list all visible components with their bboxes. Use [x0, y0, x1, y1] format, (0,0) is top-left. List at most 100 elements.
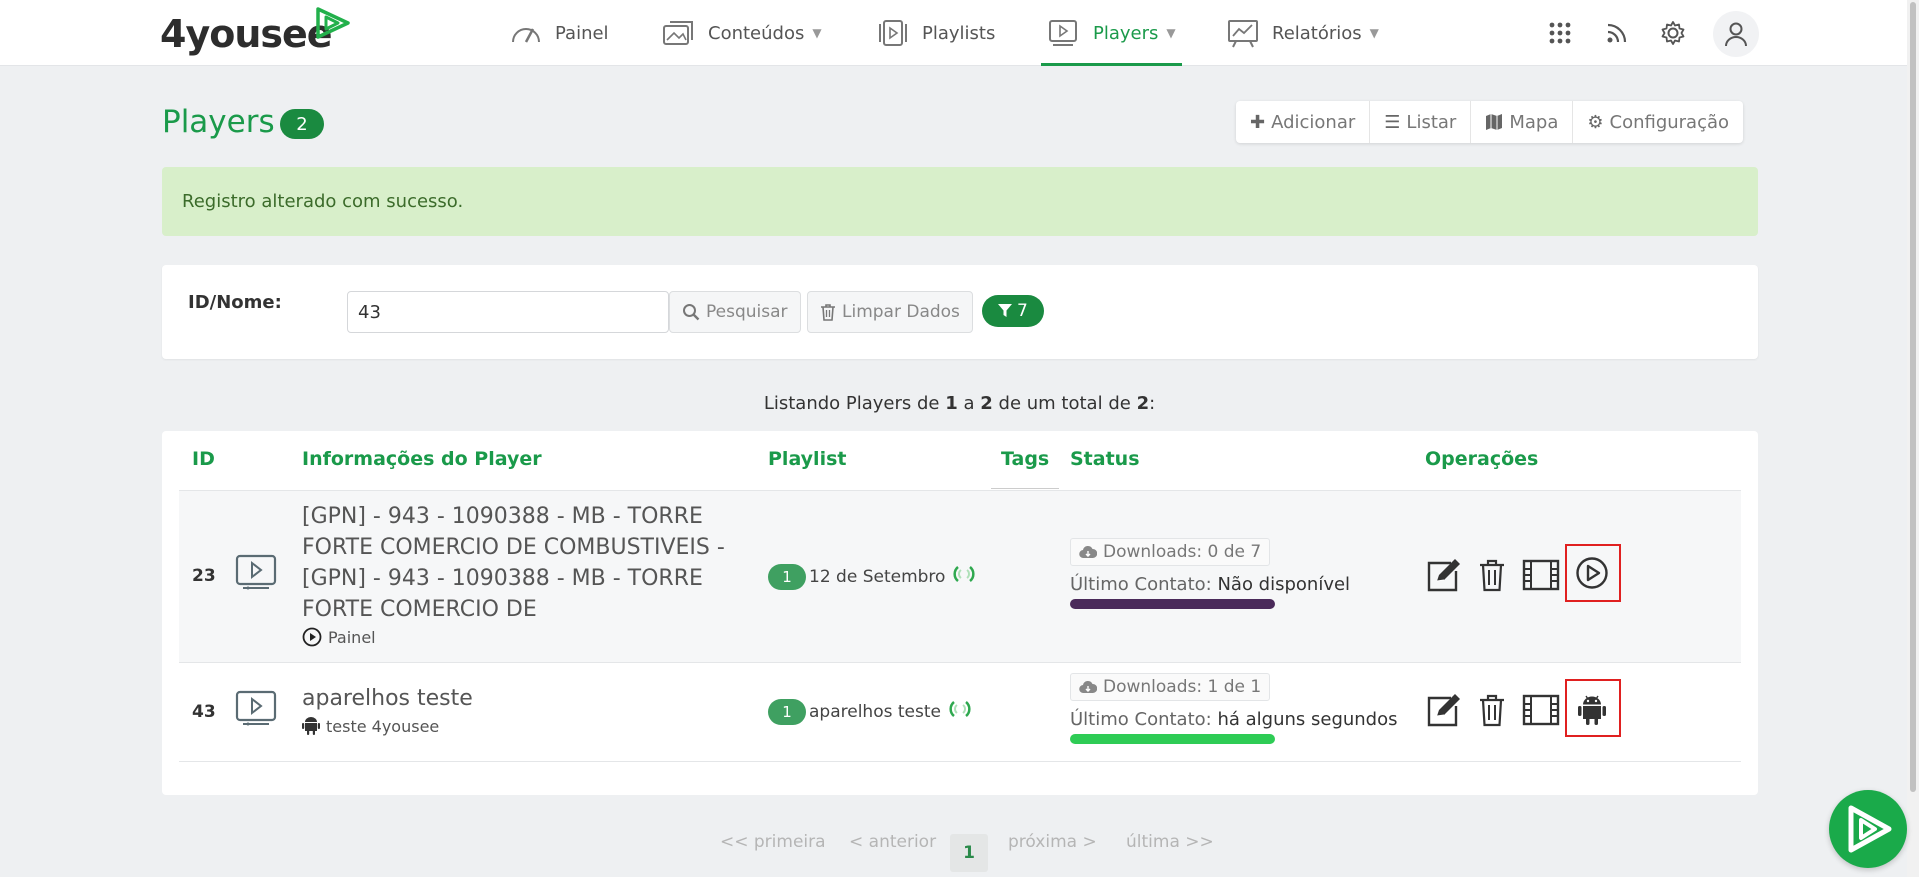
player-group-label: Painel: [328, 627, 376, 647]
nav-item-playlists[interactable]: Playlists: [876, 0, 995, 66]
config-button[interactable]: ⚙ Configuração: [1573, 101, 1743, 143]
edit-icon[interactable]: [1424, 690, 1464, 730]
chevron-down-icon: ▼: [812, 26, 822, 40]
status-cell: Downloads: 1 de 1 Último Contato: há alg…: [1070, 673, 1398, 744]
downloads-badge: Downloads: 0 de 7: [1070, 538, 1271, 566]
playlist-name[interactable]: aparelhos teste: [809, 702, 941, 722]
chevron-down-icon: ▼: [1369, 26, 1379, 40]
alert-message: Registro alterado com sucesso.: [182, 191, 464, 212]
gear-icon[interactable]: [1656, 16, 1690, 50]
player-name-line: [GPN] - 943 - 1090388 - MB - TORRE: [302, 566, 703, 591]
last-contact: Último Contato: Não disponível: [1070, 574, 1350, 595]
pager-last[interactable]: última >>: [1126, 832, 1214, 852]
search-button[interactable]: Pesquisar: [669, 291, 801, 333]
filter-panel: ID/Nome: Pesquisar Limpar Dados 7: [162, 265, 1758, 359]
id-name-input[interactable]: [347, 291, 669, 333]
player-name-line: FORTE COMERCIO DE COMBUSTIVEIS -: [302, 535, 725, 560]
playlists-icon: [879, 20, 907, 46]
column-header-operations: Operações: [1425, 448, 1539, 470]
page-actions: ✚ Adicionar ☰ Listar Mapa ⚙ Configuração: [1236, 101, 1744, 143]
gauge-icon: [512, 28, 540, 43]
film-icon[interactable]: [1521, 690, 1561, 730]
downloads-badge: Downloads: 1 de 1: [1070, 673, 1271, 701]
search-label: Pesquisar: [706, 302, 788, 322]
map-label: Mapa: [1509, 111, 1559, 133]
column-header-info[interactable]: Informações do Player: [302, 448, 542, 470]
add-button[interactable]: ✚ Adicionar: [1236, 101, 1371, 143]
reports-icon: [1228, 20, 1258, 48]
pager-first[interactable]: << primeira: [720, 832, 826, 852]
rss-icon[interactable]: [1600, 16, 1634, 50]
player-group: teste 4yousee: [302, 716, 439, 736]
last-contact-value: Não disponível: [1217, 574, 1351, 595]
filter-label: ID/Nome:: [188, 292, 282, 313]
player-name[interactable]: [GPN] - 943 - 1090388 - MB - TORRE FORTE…: [302, 501, 725, 625]
player-id: 23: [192, 566, 216, 586]
page-scrollbar[interactable]: [1907, 0, 1919, 877]
listing-prefix: Listando Players de: [763, 393, 940, 414]
broadcast-icon: [949, 701, 971, 717]
downloads-value: 0 de 7: [1207, 542, 1262, 562]
edit-icon[interactable]: [1424, 555, 1464, 595]
player-type-icon: [235, 690, 277, 726]
last-contact: Último Contato: há alguns segundos: [1070, 709, 1398, 730]
player-name-line: aparelhos teste: [302, 686, 473, 711]
nav-item-painel[interactable]: Painel: [509, 0, 609, 66]
player-id: 43: [192, 702, 216, 722]
delete-icon[interactable]: [1472, 690, 1512, 730]
map-button[interactable]: Mapa: [1471, 101, 1574, 143]
trash-icon: [821, 304, 835, 321]
page-title: Players: [162, 104, 275, 140]
downloads-value: 1 de 1: [1207, 677, 1262, 697]
player-group: Painel: [302, 627, 376, 647]
brand-logo[interactable]: 4yousee: [160, 12, 333, 56]
play-circle-icon: [302, 627, 322, 647]
player-name[interactable]: aparelhos teste: [302, 683, 473, 714]
android-icon[interactable]: [1572, 690, 1612, 730]
player-icon: [1049, 20, 1077, 46]
list-button[interactable]: ☰ Listar: [1370, 101, 1472, 143]
filter-count-badge[interactable]: 7: [982, 295, 1044, 327]
listing-from: 1: [945, 393, 958, 414]
add-label: Adicionar: [1271, 111, 1356, 133]
tags-header-divider: [991, 488, 1059, 489]
playlist-count-badge: 1: [768, 699, 806, 725]
nav-item-relatorios[interactable]: Relatórios ▼: [1226, 0, 1379, 66]
nav-item-conteudos[interactable]: Conteúdos ▼: [662, 0, 822, 66]
column-header-status[interactable]: Status: [1070, 448, 1140, 470]
apps-grid-icon[interactable]: [1543, 16, 1577, 50]
chevron-down-icon: ▼: [1166, 26, 1176, 40]
column-header-tags[interactable]: Tags: [1001, 448, 1049, 470]
listing-sep: a: [963, 393, 975, 414]
pager-current[interactable]: 1: [950, 834, 988, 872]
list-label: Listar: [1406, 111, 1457, 133]
status-bar: [1070, 734, 1275, 744]
cloud-download-icon: [1079, 680, 1097, 694]
listing-end: :: [1149, 393, 1156, 414]
search-icon: [683, 304, 700, 321]
player-group-label: teste 4yousee: [326, 716, 440, 736]
map-icon: [1486, 114, 1503, 130]
pager-prev[interactable]: < anterior: [849, 832, 936, 852]
film-icon[interactable]: [1521, 555, 1561, 595]
pager-next[interactable]: próxima >: [1008, 832, 1097, 852]
cloud-download-icon: [1079, 545, 1097, 559]
last-contact-label: Último Contato:: [1070, 709, 1212, 730]
column-header-playlist[interactable]: Playlist: [768, 448, 846, 470]
floating-brand-button[interactable]: [1829, 790, 1907, 868]
nav-item-players[interactable]: Players ▼: [1041, 0, 1182, 66]
delete-icon[interactable]: [1472, 555, 1512, 595]
play-circle-icon[interactable]: [1572, 553, 1612, 593]
clear-button[interactable]: Limpar Dados: [807, 291, 973, 333]
downloads-label: Downloads:: [1103, 542, 1203, 562]
last-contact-label: Último Contato:: [1070, 574, 1212, 595]
listing-summary: Listando Players de 1 a 2 de um total de…: [0, 393, 1919, 414]
player-name-line: FORTE COMERCIO DE: [302, 597, 537, 622]
last-contact-value: há alguns segundos: [1217, 709, 1398, 730]
player-type-icon: [235, 554, 277, 590]
playlist-name[interactable]: 12 de Setembro: [809, 567, 945, 587]
nav-label-playlists: Playlists: [922, 22, 996, 44]
column-header-id[interactable]: ID: [192, 448, 215, 470]
player-name-line: [GPN] - 943 - 1090388 - MB - TORRE: [302, 504, 703, 529]
user-avatar[interactable]: [1713, 11, 1759, 57]
